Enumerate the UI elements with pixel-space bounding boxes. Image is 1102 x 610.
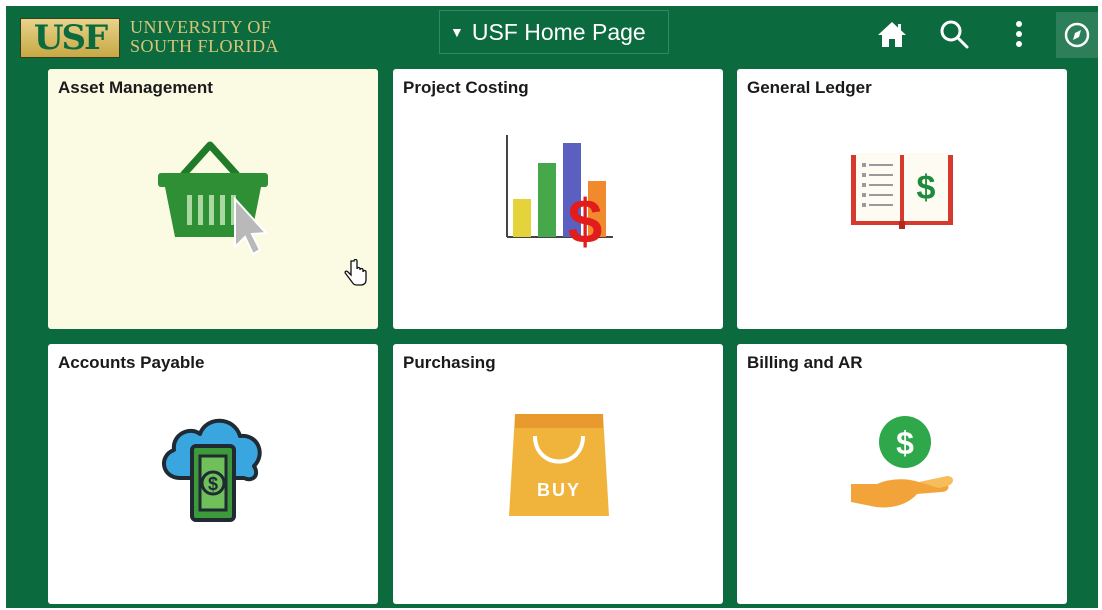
- svg-text:$: $: [568, 188, 602, 251]
- hand-cursor-icon: [344, 259, 367, 286]
- tile-asset-management[interactable]: Asset Management: [48, 69, 378, 329]
- tile-billing-and-ar[interactable]: Billing and AR $: [737, 344, 1067, 604]
- logo-text: USF: [33, 18, 108, 58]
- home-icon[interactable]: [874, 16, 910, 52]
- ledger-book-icon: $: [851, 153, 953, 229]
- buy-bag-icon: BUY: [505, 410, 613, 520]
- tile-title: Purchasing: [403, 353, 496, 372]
- tile-general-ledger[interactable]: General Ledger $: [737, 69, 1067, 329]
- navbar-compass-icon: [1064, 22, 1090, 48]
- tile-purchasing[interactable]: Purchasing BUY: [393, 344, 723, 604]
- tile-title: Billing and AR: [747, 353, 863, 372]
- navbar-button[interactable]: [1056, 12, 1098, 58]
- hand-coin-icon: $: [851, 416, 953, 508]
- home-page-label: USF Home Page: [471, 18, 646, 45]
- app-frame: USF UNIVERSITY OF SOUTH FLORIDA ▼ USF Ho…: [6, 6, 1098, 608]
- header-bar: USF UNIVERSITY OF SOUTH FLORIDA ▼ USF Ho…: [6, 6, 1098, 64]
- caret-down-icon: ▼: [450, 24, 464, 40]
- buy-label: BUY: [536, 480, 581, 500]
- more-options-icon[interactable]: [1001, 16, 1037, 52]
- svg-text:$: $: [896, 425, 914, 461]
- tile-title: Asset Management: [58, 78, 213, 97]
- university-line-2: SOUTH FLORIDA: [130, 36, 280, 56]
- cloud-money-icon: $: [162, 418, 262, 522]
- svg-text:$: $: [208, 474, 218, 494]
- tile-title: General Ledger: [747, 78, 872, 97]
- tile-project-costing[interactable]: Project Costing $: [393, 69, 723, 329]
- tile-accounts-payable[interactable]: Accounts Payable $: [48, 344, 378, 604]
- svg-text:$: $: [917, 169, 936, 207]
- search-icon[interactable]: [936, 16, 972, 52]
- bar-chart-dollar-icon: $: [506, 135, 613, 251]
- shopping-basket-icon: [158, 141, 269, 256]
- university-name: UNIVERSITY OF SOUTH FLORIDA: [130, 18, 279, 56]
- university-line-1: UNIVERSITY OF: [130, 17, 272, 37]
- tile-title: Accounts Payable: [58, 353, 205, 372]
- usf-logo[interactable]: USF: [20, 18, 120, 58]
- home-page-selector[interactable]: ▼ USF Home Page: [439, 10, 669, 54]
- tile-title: Project Costing: [403, 78, 529, 97]
